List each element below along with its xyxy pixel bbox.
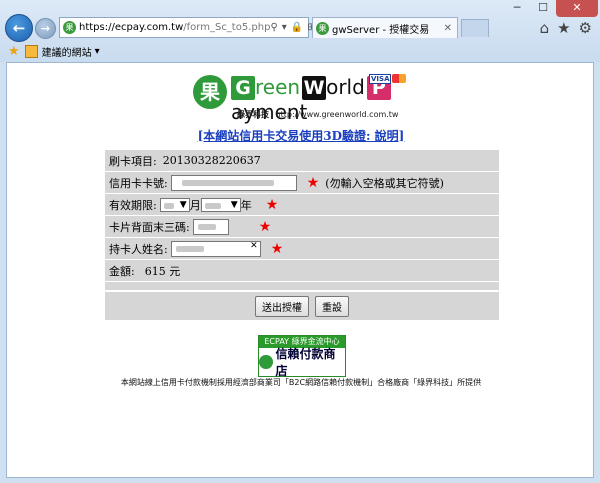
tab-active[interactable]: 果 gwServer - 授權交易 ✕ xyxy=(312,17,458,38)
month-unit: 月 xyxy=(189,198,201,212)
forward-button[interactable]: → xyxy=(35,18,56,39)
cvv-label: 卡片背面末三碼: xyxy=(109,220,190,234)
item-label: 刷卡項目: xyxy=(109,154,157,168)
required-star-icon: ★ xyxy=(270,240,284,257)
row-spacer xyxy=(105,282,499,291)
row-expiry: 有效期限: ▼ 月 ▼ 年 ★ xyxy=(105,194,499,216)
mastercard-icon xyxy=(392,74,406,83)
home-icon[interactable]: ⌂ xyxy=(540,19,550,37)
browser-chrome: ─ ☐ ✕ ← → 果 https://ecpay.com.tw/form_Sc… xyxy=(0,0,600,62)
card-number-label: 信用卡卡號: xyxy=(109,176,168,190)
reset-button[interactable]: 重設 xyxy=(315,295,349,317)
tab-close-icon[interactable]: ✕ xyxy=(444,23,452,34)
logo-emblem-icon: 果 xyxy=(193,75,227,109)
item-value: 20130328220637 xyxy=(162,154,261,167)
card-number-input[interactable] xyxy=(170,174,297,191)
clear-input-icon[interactable]: ✕ xyxy=(250,241,258,251)
suggested-sites-icon xyxy=(24,44,38,58)
favorites-star-icon[interactable]: ★ xyxy=(557,19,570,37)
cvv-input[interactable] xyxy=(192,218,229,235)
cardholder-input[interactable]: ✕ xyxy=(170,240,261,257)
card-number-hint: (勿輸入空格或其它符號) xyxy=(325,176,444,190)
badge-emblem-icon xyxy=(259,355,273,369)
badge-bottom-text: 信賴付款商店 xyxy=(275,347,336,378)
page-content: 果 Green World Payment VISA 綠界科技 http://www… xyxy=(6,62,594,478)
url-host: https://ecpay.com.tw xyxy=(79,22,184,33)
row-cardholder: 持卡人姓名: ✕ ★ xyxy=(105,238,499,260)
submit-authorization-button[interactable]: 送出授權 xyxy=(255,295,309,317)
logo-tagline-url: http://www.greenworld.com.tw xyxy=(275,110,399,119)
site-favicon-icon: 果 xyxy=(63,21,76,34)
year-unit: 年 xyxy=(240,198,252,212)
add-favorite-icon[interactable]: ★ xyxy=(8,44,20,59)
dropdown-icon[interactable]: ▾ xyxy=(282,22,287,33)
footer-text: 本網站線上信用卡付款機制採用經濟部商業司「B2C網路信賴付款機制」合格廠商「綠界… xyxy=(120,378,482,387)
visa-badge: VISA xyxy=(369,74,392,84)
required-star-icon: ★ xyxy=(258,218,272,235)
tab-favicon-icon: 果 xyxy=(316,21,329,35)
cardholder-label: 持卡人姓名: xyxy=(109,242,168,256)
url-path: /form_Sc_to5.php xyxy=(183,22,271,33)
maximize-button[interactable]: ☐ xyxy=(530,0,556,17)
favorites-bar: ★ 建議的網站 ▾ xyxy=(0,40,600,62)
row-card-number: 信用卡卡號: ★ (勿輸入空格或其它符號) xyxy=(105,172,499,194)
expiry-year-select[interactable]: ▼ xyxy=(200,197,241,212)
suggested-sites-link[interactable]: 建議的網站 xyxy=(42,44,92,59)
form-actions: 送出授權 重設 xyxy=(105,291,499,320)
chevron-down-icon[interactable]: ▾ xyxy=(95,46,100,57)
3d-verification-link[interactable]: [本網站信用卡交易使用3D驗證: 說明] xyxy=(7,127,595,144)
logo-letter-g: G xyxy=(231,76,255,100)
row-cvv: 卡片背面末三碼: ★ xyxy=(105,216,499,238)
address-bar[interactable]: 果 https://ecpay.com.tw/form_Sc_to5.php ⚲… xyxy=(59,17,328,38)
expiry-label: 有效期限: xyxy=(109,198,157,212)
minimize-button[interactable]: ─ xyxy=(504,0,530,17)
new-tab-button[interactable] xyxy=(461,19,489,37)
amount-value: 615 元 xyxy=(144,264,181,278)
gear-icon[interactable]: ⚙ xyxy=(579,19,592,37)
tab-title: gwServer - 授權交易 xyxy=(332,24,430,36)
logo-tagline-cn: 綠界科技 xyxy=(237,110,269,119)
payment-form: 刷卡項目: 20130328220637 信用卡卡號: ★ (勿輸入空格或其它符… xyxy=(105,150,499,320)
row-amount: 金額: 615 元 xyxy=(105,260,499,282)
lock-icon[interactable]: 🔒 xyxy=(291,22,303,33)
row-item: 刷卡項目: 20130328220637 xyxy=(105,150,499,172)
window-controls: ─ ☐ ✕ xyxy=(504,0,598,17)
required-star-icon: ★ xyxy=(306,174,320,191)
amount-label: 金額: xyxy=(109,264,135,278)
ecpay-trust-badge[interactable]: ECPAY 綠界金流中心 信賴付款商店 xyxy=(258,335,346,378)
required-star-icon: ★ xyxy=(265,196,279,213)
logo-letter-w: W xyxy=(302,76,327,100)
expiry-month-select[interactable]: ▼ xyxy=(159,197,190,212)
close-window-button[interactable]: ✕ xyxy=(556,0,598,17)
greenworld-logo: 果 Green World Payment VISA 綠界科技 http://www… xyxy=(193,73,419,125)
back-button[interactable]: ← xyxy=(5,14,33,42)
search-icon[interactable]: ⚲ xyxy=(270,22,277,33)
